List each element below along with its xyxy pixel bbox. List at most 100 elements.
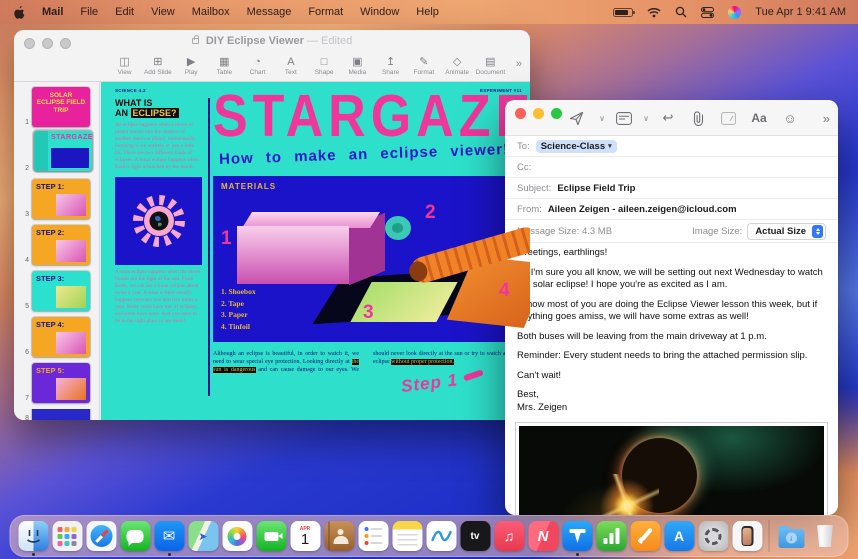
menu-format[interactable]: Format — [308, 6, 343, 18]
body-paragraph: I know most of you are doing the Eclipse… — [517, 299, 826, 324]
eclipse-image — [519, 426, 824, 515]
materials-list: 1. Shoebox 2. Tape 3. Paper 4. Tinfoil — [221, 286, 256, 333]
attached-eclipse-photo[interactable] — [515, 422, 828, 515]
dock-maps[interactable]: ➤ — [188, 516, 219, 556]
slide-thumbnail-3[interactable]: 3 STEP 1: — [21, 179, 99, 219]
attach-icon[interactable] — [683, 111, 713, 126]
dock-calendar[interactable]: APR1 — [290, 516, 321, 556]
siri-icon[interactable] — [728, 6, 741, 19]
menu-help[interactable]: Help — [416, 6, 439, 18]
control-center-icon[interactable] — [701, 7, 714, 18]
dock-downloads[interactable] — [776, 516, 807, 556]
format-button[interactable]: ✎Format — [408, 51, 439, 81]
format-fonts-icon[interactable]: Aa — [743, 111, 775, 125]
dock-system-settings[interactable] — [698, 516, 729, 556]
send-options-chevron-icon[interactable]: ∨ — [593, 114, 611, 123]
cc-field[interactable]: Cc: — [505, 157, 838, 178]
dock-keynote[interactable] — [562, 516, 593, 556]
body-paragraph: Reminder: Every student needs to bring t… — [517, 350, 826, 363]
dock-pages[interactable] — [630, 516, 661, 556]
menu-edit[interactable]: Edit — [115, 6, 134, 18]
from-field[interactable]: From: Aileen Zeigen - aileen.zeigen@iclo… — [505, 199, 838, 220]
material-number-4: 4 — [499, 280, 510, 302]
dock-notes[interactable] — [392, 516, 423, 556]
slide-thumbnail-6[interactable]: 6 STEP 4: — [21, 317, 99, 357]
menu-file[interactable]: File — [80, 6, 98, 18]
table-icon: ▦ — [219, 56, 229, 68]
document-button[interactable]: ▤Document — [475, 51, 506, 81]
table-button[interactable]: ▦Table — [209, 51, 240, 81]
mail-compose-window: ∨ ∨ ↩ Aa ☺ » To: Science-Class▾ — [505, 100, 838, 515]
running-indicator — [168, 553, 171, 556]
menu-app[interactable]: Mail — [42, 6, 63, 18]
slide-canvas[interactable]: SCIENCE 4.2 EXPERIMENT #11 WHAT IS AN EC… — [101, 82, 530, 420]
menu-bar-clock[interactable]: Tue Apr 1 9:41 AM — [755, 6, 846, 18]
dock-launchpad[interactable] — [52, 516, 83, 556]
send-icon[interactable] — [561, 111, 591, 126]
dock-iphone-mirroring[interactable] — [732, 516, 763, 556]
media-button[interactable]: ▣Media — [342, 51, 373, 81]
sun-illustration — [115, 177, 202, 265]
to-field[interactable]: To: Science-Class▾ — [505, 136, 838, 157]
dock-reminders[interactable] — [358, 516, 389, 556]
view-button[interactable]: ◫View — [109, 51, 140, 81]
dock-safari[interactable] — [86, 516, 117, 556]
menu-message[interactable]: Message — [247, 6, 292, 18]
message-body[interactable]: Greetings, earthlings! As I'm sure you a… — [505, 243, 838, 414]
dock-trash[interactable] — [810, 516, 841, 556]
apple-menu-icon[interactable] — [12, 5, 25, 19]
play-button[interactable]: ▶Play — [176, 51, 207, 81]
share-icon: ↥ — [386, 56, 395, 68]
slide-thumbnail-1[interactable]: 1 SOLAR ECLIPSE FIELD TRIP — [21, 87, 99, 127]
slide-thumbnail-2-selected[interactable]: 2 STARGAZER — [21, 133, 99, 173]
dock-mail[interactable]: ✉ — [154, 516, 185, 556]
subject-field[interactable]: Subject: Eclipse Field Trip — [505, 178, 838, 199]
dock-contacts[interactable] — [324, 516, 355, 556]
slide-thumbnail-7[interactable]: 7 STEP 5: — [21, 363, 99, 403]
search-icon[interactable] — [675, 6, 687, 18]
slide-thumbnail-8[interactable]: 8 DID YOU KNOW — [21, 409, 99, 420]
battery-icon[interactable] — [613, 8, 633, 17]
dock-freeform[interactable] — [426, 516, 457, 556]
header-fields-icon[interactable] — [611, 112, 637, 125]
shape-button[interactable]: □Shape — [309, 51, 340, 81]
slide-paragraph-2: A solar eclipse happens when the moon bl… — [115, 269, 202, 325]
dock-app-store[interactable]: A — [664, 516, 695, 556]
dock-finder[interactable] — [18, 516, 49, 556]
text-button[interactable]: AText — [275, 51, 306, 81]
image-size-select[interactable]: Actual Size — [747, 223, 826, 240]
recipient-token[interactable]: Science-Class▾ — [536, 140, 617, 153]
slide-divider — [208, 98, 210, 396]
from-value: Aileen Zeigen - aileen.zeigen@icloud.com — [548, 204, 737, 215]
menu-window[interactable]: Window — [360, 6, 399, 18]
toolbar-overflow-icon[interactable]: » — [516, 58, 522, 70]
animate-button[interactable]: ◇Animate — [442, 51, 473, 81]
menu-view[interactable]: View — [151, 6, 175, 18]
dock-facetime[interactable] — [256, 516, 287, 556]
wifi-icon[interactable] — [647, 7, 661, 18]
reply-icon[interactable]: ↩ — [653, 110, 683, 126]
add-slide-button[interactable]: ⊞Add Slide — [142, 51, 173, 81]
dock-photos[interactable] — [222, 516, 253, 556]
toolbar-overflow-icon[interactable]: » — [823, 111, 830, 126]
chart-button[interactable]: ◔Chart — [242, 51, 273, 81]
dock-numbers[interactable] — [596, 516, 627, 556]
dock-messages[interactable] — [120, 516, 151, 556]
keynote-window: DIY Eclipse Viewer — Edited ◫View ⊞Add S… — [14, 30, 530, 420]
slide-thumbnail-4[interactable]: 4 STEP 2: — [21, 225, 99, 265]
minimize-button[interactable] — [533, 108, 544, 119]
slide-left-column: WHAT IS AN ECLIPSE? An eclipse happens w… — [115, 98, 202, 325]
slide-thumbnail-5[interactable]: 5 STEP 3: — [21, 271, 99, 311]
close-button[interactable] — [515, 108, 526, 119]
dock-music[interactable]: ♫ — [494, 516, 525, 556]
slide-paragraph-1: An eclipse happens when a moon or planet… — [115, 122, 202, 171]
emoji-icon[interactable]: ☺ — [775, 111, 805, 126]
message-size-row: Message Size: 4.3 MB Image Size: Actual … — [505, 220, 838, 243]
share-button[interactable]: ↥Share — [375, 51, 406, 81]
markup-icon[interactable] — [713, 112, 743, 125]
fields-chevron-icon[interactable]: ∨ — [639, 114, 653, 123]
dock-tv[interactable]: tv — [460, 516, 491, 556]
menu-mailbox[interactable]: Mailbox — [192, 6, 230, 18]
running-indicator — [576, 553, 579, 556]
dock-news[interactable]: N — [528, 516, 559, 556]
